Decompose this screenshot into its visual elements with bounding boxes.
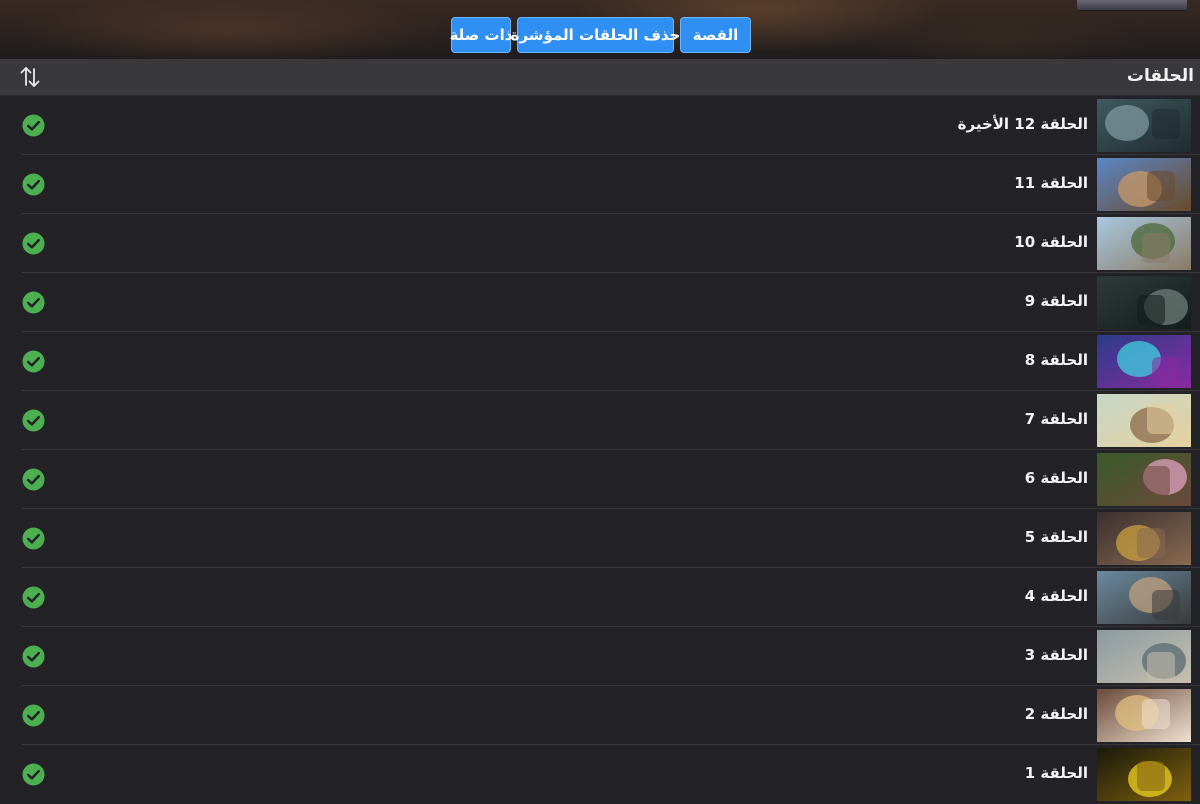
episode-title: الحلقة 1 <box>1024 764 1088 782</box>
thumbnail-image <box>1097 276 1191 329</box>
watched-check-icon[interactable] <box>22 173 45 196</box>
watched-check-icon[interactable] <box>22 586 45 609</box>
watched-check-icon[interactable] <box>22 468 45 491</box>
thumbnail-image <box>1097 689 1191 742</box>
episodes-header: الحلقات <box>0 59 1200 96</box>
episode-thumbnail[interactable] <box>1097 689 1191 742</box>
thumbnail-image <box>1097 158 1191 211</box>
episode-thumbnail[interactable] <box>1097 158 1191 211</box>
episode-title: الحلقة 2 <box>1024 705 1088 723</box>
episode-title: الحلقة 11 <box>1014 174 1088 192</box>
episode-row[interactable]: الحلقة 6 <box>0 450 1200 509</box>
episode-row[interactable]: الحلقة 9 <box>0 273 1200 332</box>
hero-thumbnail <box>1077 0 1187 11</box>
story-button[interactable]: القصة <box>680 17 751 53</box>
episode-thumbnail[interactable] <box>1097 276 1191 329</box>
thumbnail-image <box>1097 453 1191 506</box>
episode-thumbnail[interactable] <box>1097 748 1191 801</box>
episode-row[interactable]: الحلقة 8 <box>0 332 1200 391</box>
watched-check-icon[interactable] <box>22 350 45 373</box>
watched-check-icon[interactable] <box>22 527 45 550</box>
episode-row[interactable]: الحلقة 1 <box>0 745 1200 804</box>
watched-check-icon[interactable] <box>22 291 45 314</box>
thumbnail-image <box>1097 571 1191 624</box>
episodes-title: الحلقات <box>1126 66 1194 86</box>
thumbnail-image <box>1097 335 1191 388</box>
episode-title: الحلقة 10 <box>1014 233 1088 251</box>
episode-row[interactable]: الحلقة 3 <box>0 627 1200 686</box>
episode-title: الحلقة 9 <box>1024 292 1088 310</box>
episode-row[interactable]: الحلقة 2 <box>0 686 1200 745</box>
episode-thumbnail[interactable] <box>1097 217 1191 270</box>
episode-thumbnail[interactable] <box>1097 630 1191 683</box>
episode-row[interactable]: الحلقة 10 <box>0 214 1200 273</box>
episode-thumbnail[interactable] <box>1097 512 1191 565</box>
episode-title: الحلقة 6 <box>1024 469 1088 487</box>
episode-row[interactable]: الحلقة 5 <box>0 509 1200 568</box>
watched-check-icon[interactable] <box>22 409 45 432</box>
episode-row[interactable]: الحلقة 4 <box>0 568 1200 627</box>
watched-check-icon[interactable] <box>22 763 45 786</box>
watched-check-icon[interactable] <box>22 645 45 668</box>
thumbnail-image <box>1097 630 1191 683</box>
episode-row[interactable]: الحلقة 11 <box>0 155 1200 214</box>
episode-title: الحلقة 4 <box>1024 587 1088 605</box>
episode-list: الحلقة 12 الأخيرة الحلقة 11 الحلقة 10 ال… <box>0 96 1200 804</box>
hero-button-group: ذات صلة حذف الحلقات المؤشرة القصة <box>450 17 751 53</box>
thumbnail-image <box>1097 217 1191 270</box>
episode-thumbnail[interactable] <box>1097 571 1191 624</box>
episode-row[interactable]: الحلقة 7 <box>0 391 1200 450</box>
episode-title: الحلقة 12 الأخيرة <box>957 115 1088 133</box>
episode-title: الحلقة 3 <box>1024 646 1088 664</box>
episode-thumbnail[interactable] <box>1097 335 1191 388</box>
hero-banner: ذات صلة حذف الحلقات المؤشرة القصة <box>0 0 1200 59</box>
thumbnail-image <box>1097 394 1191 447</box>
watched-check-icon[interactable] <box>22 704 45 727</box>
related-button[interactable]: ذات صلة <box>450 17 512 53</box>
episode-row[interactable]: الحلقة 12 الأخيرة <box>0 96 1200 155</box>
episode-thumbnail[interactable] <box>1097 394 1191 447</box>
thumbnail-image <box>1097 748 1191 801</box>
sort-arrows-icon[interactable] <box>18 65 42 89</box>
watched-check-icon[interactable] <box>22 114 45 137</box>
thumbnail-image <box>1097 99 1191 152</box>
delete-marked-episodes-button[interactable]: حذف الحلقات المؤشرة <box>511 17 680 53</box>
episode-thumbnail[interactable] <box>1097 453 1191 506</box>
episode-title: الحلقة 7 <box>1024 410 1088 428</box>
watched-check-icon[interactable] <box>22 232 45 255</box>
episode-title: الحلقة 5 <box>1024 528 1088 546</box>
episode-title: الحلقة 8 <box>1024 351 1088 369</box>
episode-thumbnail[interactable] <box>1097 99 1191 152</box>
thumbnail-image <box>1097 512 1191 565</box>
